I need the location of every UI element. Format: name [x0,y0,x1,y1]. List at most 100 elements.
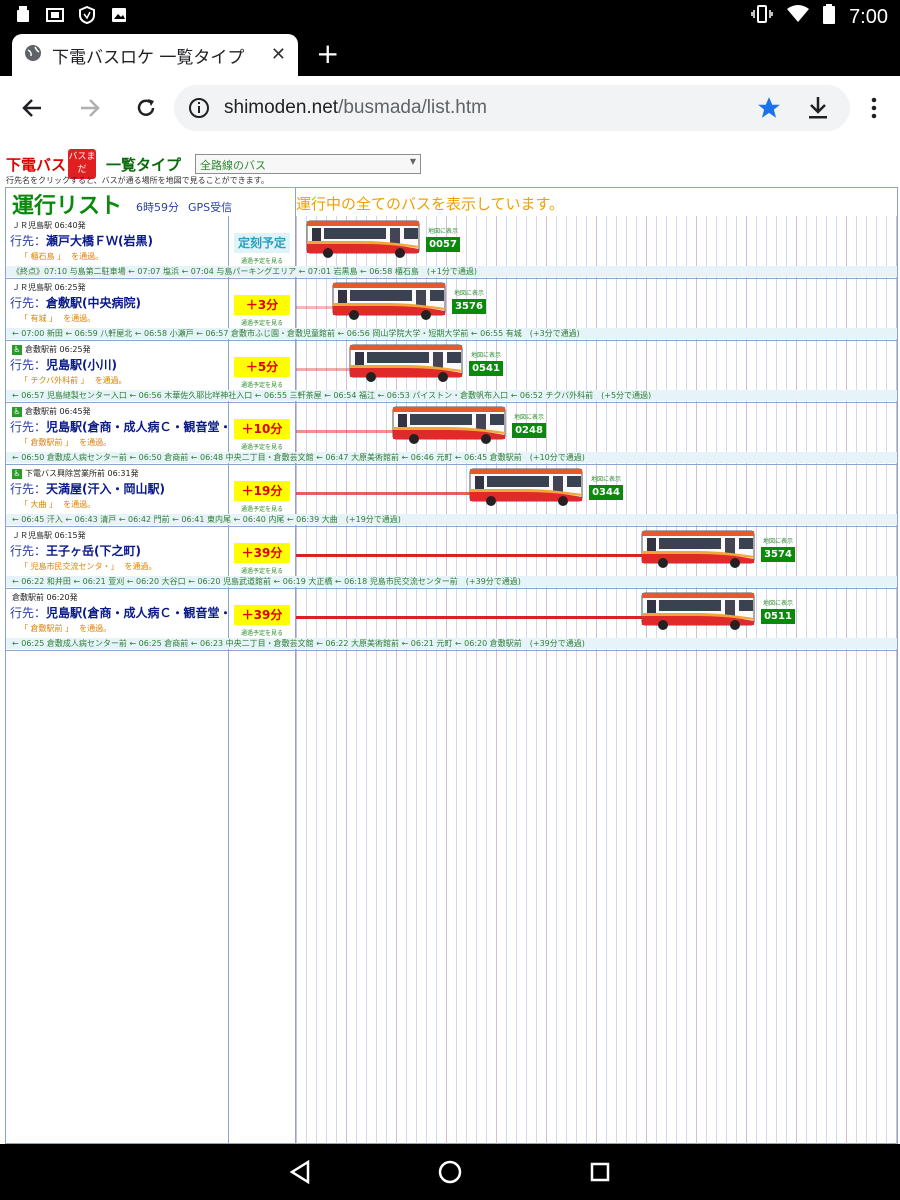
bus-number-badge[interactable]: 3576 [452,299,486,314]
url-text[interactable]: shimoden.net/busmada/list.htm [224,97,487,119]
back-arrow-icon[interactable] [16,92,48,124]
web-page: 下電バス バスまだ 一覧タイプ 全路線のバス ▼ 行先名をクリックすると、バスが… [0,140,900,1144]
browser-toolbar: shimoden.net/busmada/list.htm [0,76,900,140]
departure-info: 倉敷駅前 06:20発 [12,592,78,603]
bus-number-badge[interactable]: 0344 [589,485,623,500]
delay-badge: ＋39分 [234,605,290,625]
via-stop: 「 櫃石島 」 [20,252,66,261]
destination-link[interactable]: 行先：児島駅(倉商・成人病Ｃ・観音堂・ [10,604,228,621]
bus-icon [641,591,757,631]
address-bar[interactable]: shimoden.net/busmada/list.htm [174,85,850,131]
tab-active[interactable]: 下電バスロケ 一覧タイプ ✕ [12,34,298,76]
via-suffix: を通過。 [71,252,104,261]
destination-link[interactable]: 行先：天満屋(汗入・岡山駅) [10,480,228,497]
schedule-link[interactable]: 通過予定を見る [234,380,290,389]
forward-arrow-icon[interactable] [74,92,106,124]
destination-label: 行先： [10,358,47,372]
bus-number-badge[interactable]: 0057 [426,237,460,252]
via-note: 「 倉敷駅前 」を通過。 [20,623,111,634]
destination-name: 倉敷駅(中央病院) [46,296,141,310]
via-stop: 「 大曲 」 [20,500,58,509]
delay-trail [296,430,396,433]
map-link[interactable]: 地図に表示 [514,412,544,421]
delay-badge: ＋39分 [234,543,290,563]
departure-text: ＪＲ児島駅 06:25発 [12,283,86,292]
via-stop: 「 チクバ外科前 」 [20,376,89,385]
departure-text: 倉敷駅前 06:45発 [25,407,91,416]
back-icon[interactable] [286,1158,314,1186]
photo-icon [46,6,64,24]
bus-icon [469,467,585,507]
route-select[interactable]: 全路線のバス ▼ [195,154,422,174]
via-note: 「 チクバ外科前 」を通過。 [20,375,127,386]
delay-trail [296,554,645,557]
bus-number-badge[interactable]: 0541 [469,361,503,376]
sim-icon [14,6,32,24]
bus-icon [641,529,757,569]
via-suffix: を通過。 [124,562,157,571]
map-link[interactable]: 地図に表示 [763,598,793,607]
via-stop: 「 倉敷駅前 」 [20,624,74,633]
bookmark-star-icon[interactable] [756,95,782,125]
destination-link[interactable]: 行先：王子ヶ岳(下之町) [10,542,228,559]
departure-text: 下電バス興除営業所前 06:31発 [25,469,139,478]
via-suffix: を通過。 [94,376,127,385]
delay-badge: 定刻予定 [234,233,290,253]
bus-row: 倉敷駅前 06:20発 行先：児島駅(倉商・成人病Ｃ・観音堂・「 倉敷駅前 」を通… [6,589,897,651]
info-icon[interactable] [188,97,210,123]
schedule-link[interactable]: 通過予定を見る [234,628,290,637]
departure-info: ♿ 下電バス興除営業所前 06:31発 [12,468,139,479]
via-stop: 「 倉敷駅前 」 [20,438,74,447]
download-icon[interactable] [806,95,830,125]
recents-icon[interactable] [586,1158,614,1186]
new-tab-icon[interactable]: + [316,40,339,68]
more-menu-icon[interactable] [858,92,890,124]
destination-link[interactable]: 行先：倉敷駅(中央病院) [10,294,228,311]
schedule-link[interactable]: 通過予定を見る [234,442,290,451]
destination-name: 瀬戸大橋ＦＷ(岩黒) [46,234,153,248]
departure-info: ＪＲ児島駅 06:15発 [12,530,86,541]
via-stop: 「 児島市民交流センタ・」 [20,562,119,571]
schedule-link[interactable]: 通過予定を見る [234,504,290,513]
wheelchair-icon: ♿ [12,468,22,479]
map-link[interactable]: 地図に表示 [591,474,621,483]
bus-icon [332,281,448,321]
brand-name: 下電バス [6,155,67,174]
destination-link[interactable]: 行先：瀬戸大橋ＦＷ(岩黒) [10,232,228,249]
via-note: 「 有城 」を通過。 [20,313,95,324]
via-note: 「 櫃石島 」を通過。 [20,251,103,262]
destination-label: 行先： [10,234,47,248]
delay-trail [296,492,473,495]
list-title: 運行リスト [12,194,123,219]
destination-link[interactable]: 行先：児島駅(倉商・成人病Ｃ・観音堂・ [10,418,228,435]
map-link[interactable]: 地図に表示 [471,350,501,359]
bus-row: ＪＲ児島駅 06:15発 行先：王子ヶ岳(下之町) 「 児島市民交流センタ・」 を通過… [6,527,897,589]
bus-number-badge[interactable]: 0511 [761,609,795,624]
schedule-link[interactable]: 通過予定を見る [234,256,290,265]
bus-icon [392,405,508,445]
map-link[interactable]: 地図に表示 [428,226,458,235]
via-stop: 「 有城 」 [20,314,58,323]
clock-time: 7:00 [849,5,888,28]
destination-label: 行先： [10,606,47,620]
tab-close-icon[interactable]: ✕ [271,44,286,65]
status-bar: 7:00 [0,0,900,32]
destination-link[interactable]: 行先：児島駅(小川) [10,356,228,373]
schedule-link[interactable]: 通過予定を見る [234,318,290,327]
bus-number-badge[interactable]: 0248 [512,423,546,438]
stop-times: ← 06:25 倉敷成人病センター前 ← 06:25 倉商前 ← 06:23 中… [6,638,897,649]
stop-times: ← 06:50 倉敷成人病センター前 ← 06:50 倉商前 ← 06:48 中… [6,452,897,463]
current-time: 6時59分 [136,201,179,214]
map-link[interactable]: 地図に表示 [763,536,793,545]
delay-trail [296,368,353,371]
schedule-link[interactable]: 通過予定を見る [234,566,290,575]
destination-label: 行先： [10,544,47,558]
map-link[interactable]: 地図に表示 [454,288,484,297]
wheelchair-icon: ♿ [12,344,22,355]
bus-number-badge[interactable]: 3574 [761,547,795,562]
bus-row: ♿ 倉敷駅前 06:45発 行先：児島駅(倉商・成人病Ｃ・観音堂・「 倉敷駅前 」を… [6,403,897,465]
departure-text: 倉敷駅前 06:25発 [25,345,91,354]
reload-icon[interactable] [130,92,162,124]
delay-badge: ＋10分 [234,419,290,439]
home-icon[interactable] [436,1158,464,1186]
